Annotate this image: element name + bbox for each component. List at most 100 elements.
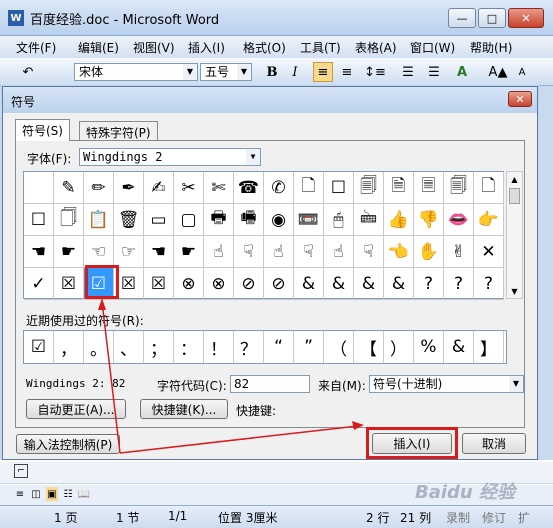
symbol-cell[interactable]: ☝ xyxy=(264,236,294,268)
menu-file[interactable]: 文件(F) xyxy=(16,39,56,56)
tab-stop-icon[interactable]: ⌐ xyxy=(14,464,28,478)
symbol-cell[interactable]: ⊗ xyxy=(204,268,234,300)
menu-window[interactable]: 窗口(W) xyxy=(410,39,455,56)
symbol-cell[interactable]: 🗍 xyxy=(54,204,84,236)
word-app-icon[interactable]: W xyxy=(8,10,24,26)
dialog-close-button[interactable]: ✕ xyxy=(508,91,532,107)
symbol-cell[interactable]: ☛ xyxy=(54,236,84,268)
maximize-button[interactable]: □ xyxy=(478,8,506,28)
symbol-cell[interactable]: ☝ xyxy=(204,236,234,268)
autocorrect-button[interactable]: 自动更正(A)... xyxy=(26,399,126,419)
symbol-cell[interactable]: ☐ xyxy=(324,172,354,204)
symbol-cell[interactable]: 👎 xyxy=(414,204,444,236)
window-close-button[interactable]: ✕ xyxy=(508,8,544,28)
symbol-cell[interactable]: ☜ xyxy=(84,236,114,268)
status-extend[interactable]: 扩 xyxy=(518,509,530,526)
recent-symbol-cell[interactable]: ： xyxy=(174,331,204,363)
symbol-cell[interactable]: 🗎 xyxy=(384,172,414,204)
symbol-cell[interactable]: 👍 xyxy=(384,204,414,236)
symbol-cell[interactable]: 🖮 xyxy=(354,204,384,236)
symbol-cell[interactable]: ☛ xyxy=(174,236,204,268)
symbol-cell[interactable]: 🗏 xyxy=(414,172,444,204)
tab-symbols[interactable]: 符号(S) xyxy=(15,119,70,141)
symbol-cell[interactable]: 👉 xyxy=(474,204,504,236)
recent-symbol-cell[interactable]: 【 xyxy=(354,331,384,363)
scroll-up-icon[interactable]: ▲ xyxy=(507,172,522,186)
symbol-cell[interactable]: ✌ xyxy=(444,236,474,268)
recent-symbol-cell[interactable]: 、 xyxy=(114,331,144,363)
symbol-cell[interactable]: ☟ xyxy=(294,236,324,268)
minimize-button[interactable]: — xyxy=(448,8,476,28)
numbered-list-icon[interactable]: ☰ xyxy=(398,62,418,82)
symbol-cell[interactable]: 🗐 xyxy=(444,172,474,204)
symbol-cell[interactable]: ☞ xyxy=(114,236,144,268)
print-view-icon[interactable]: ▣ xyxy=(46,487,58,501)
chevron-down-icon[interactable]: ▼ xyxy=(509,376,523,392)
symbol-cell[interactable]: 👄 xyxy=(444,204,474,236)
symbol-cell[interactable]: ☐ xyxy=(24,204,54,236)
symbol-cell[interactable]: & xyxy=(384,268,414,300)
bulleted-list-icon[interactable]: ☰ xyxy=(424,62,444,82)
shortcut-key-button[interactable]: 快捷键(K)... xyxy=(140,399,228,419)
font-select[interactable]: Wingdings 2 ▼ xyxy=(79,148,261,166)
symbol-cell[interactable]: ✒ xyxy=(114,172,144,204)
symbol-cell[interactable]: & xyxy=(354,268,384,300)
symbol-cell[interactable]: 🖱 xyxy=(324,204,354,236)
symbol-cell[interactable]: 📼 xyxy=(294,204,324,236)
symbol-cell[interactable]: ☟ xyxy=(354,236,384,268)
symbol-cell[interactable]: ☒ xyxy=(54,268,84,300)
symbol-cell[interactable]: ✓ xyxy=(24,268,54,300)
menu-insert[interactable]: 插入(I) xyxy=(188,39,225,56)
symbol-cell[interactable]: 🖶 xyxy=(204,204,234,236)
chevron-down-icon[interactable]: ▼ xyxy=(237,64,251,80)
web-view-icon[interactable]: ◫ xyxy=(30,487,42,501)
chevron-down-icon[interactable]: ▼ xyxy=(183,64,197,80)
menu-tools[interactable]: 工具(T) xyxy=(300,39,341,56)
line-spacing-icon[interactable]: ↕≡ xyxy=(362,62,388,82)
symbol-grid-scrollbar[interactable]: ▲ ▼ xyxy=(506,171,523,299)
symbol-cell[interactable]: 🗑 xyxy=(114,204,144,236)
menu-format[interactable]: 格式(O) xyxy=(243,39,286,56)
symbol-cell[interactable]: ✂ xyxy=(174,172,204,204)
status-record[interactable]: 录制 xyxy=(446,509,470,526)
recent-symbol-cell[interactable]: ” xyxy=(294,331,324,363)
ime-control-button[interactable]: 输入法控制柄(P) xyxy=(16,434,120,454)
recent-symbol-cell[interactable]: 。 xyxy=(84,331,114,363)
chevron-down-icon[interactable]: ▼ xyxy=(246,149,260,165)
symbol-cell[interactable] xyxy=(24,172,54,204)
symbol-cell[interactable]: 🗐 xyxy=(354,172,384,204)
symbol-cell[interactable]: ▢ xyxy=(174,204,204,236)
symbol-cell[interactable]: & xyxy=(324,268,354,300)
recent-symbol-cell[interactable]: ！ xyxy=(204,331,234,363)
tab-special-characters[interactable]: 特殊字符(P) xyxy=(79,121,158,141)
align-justify-icon[interactable]: ≡ xyxy=(313,62,333,82)
normal-view-icon[interactable]: ≡ xyxy=(14,487,26,501)
font-combo[interactable]: 宋体 ▼ xyxy=(74,63,198,81)
recent-symbol-cell[interactable]: % xyxy=(414,331,444,363)
size-combo[interactable]: 五号 ▼ xyxy=(200,63,252,81)
symbol-cell[interactable]: ? xyxy=(474,268,504,300)
insert-button[interactable]: 插入(I) xyxy=(372,433,452,454)
reading-view-icon[interactable]: 📖 xyxy=(78,487,90,501)
from-select[interactable]: 符号(十进制) ▼ xyxy=(369,375,524,393)
recent-symbol-cell[interactable]: ， xyxy=(54,331,84,363)
symbol-cell[interactable]: ☚ xyxy=(144,236,174,268)
symbol-cell[interactable]: ⊘ xyxy=(234,268,264,300)
symbol-cell[interactable]: 🗋 xyxy=(474,172,504,204)
symbol-cell[interactable]: ✏ xyxy=(84,172,114,204)
char-code-input[interactable]: 82 xyxy=(230,375,310,393)
symbol-cell[interactable]: 👈 xyxy=(384,236,414,268)
symbol-cell[interactable]: ✕ xyxy=(474,236,504,268)
recent-symbol-cell[interactable]: ） xyxy=(384,331,414,363)
symbol-cell[interactable]: ✄ xyxy=(204,172,234,204)
recent-symbol-cell[interactable]: & xyxy=(444,331,474,363)
recent-symbol-cell[interactable]: ； xyxy=(144,331,174,363)
recent-symbol-cell[interactable]: 】 xyxy=(474,331,504,363)
symbol-cell[interactable]: ⊘ xyxy=(264,268,294,300)
recent-symbol-cell[interactable]: ？ xyxy=(234,331,264,363)
symbol-cell[interactable]: ▭ xyxy=(144,204,174,236)
recent-symbol-cell[interactable]: ☑ xyxy=(24,331,54,363)
symbol-cell[interactable]: ? xyxy=(414,268,444,300)
grow-font-icon[interactable]: A▲ xyxy=(488,62,508,82)
symbol-cell[interactable]: 📋 xyxy=(84,204,114,236)
